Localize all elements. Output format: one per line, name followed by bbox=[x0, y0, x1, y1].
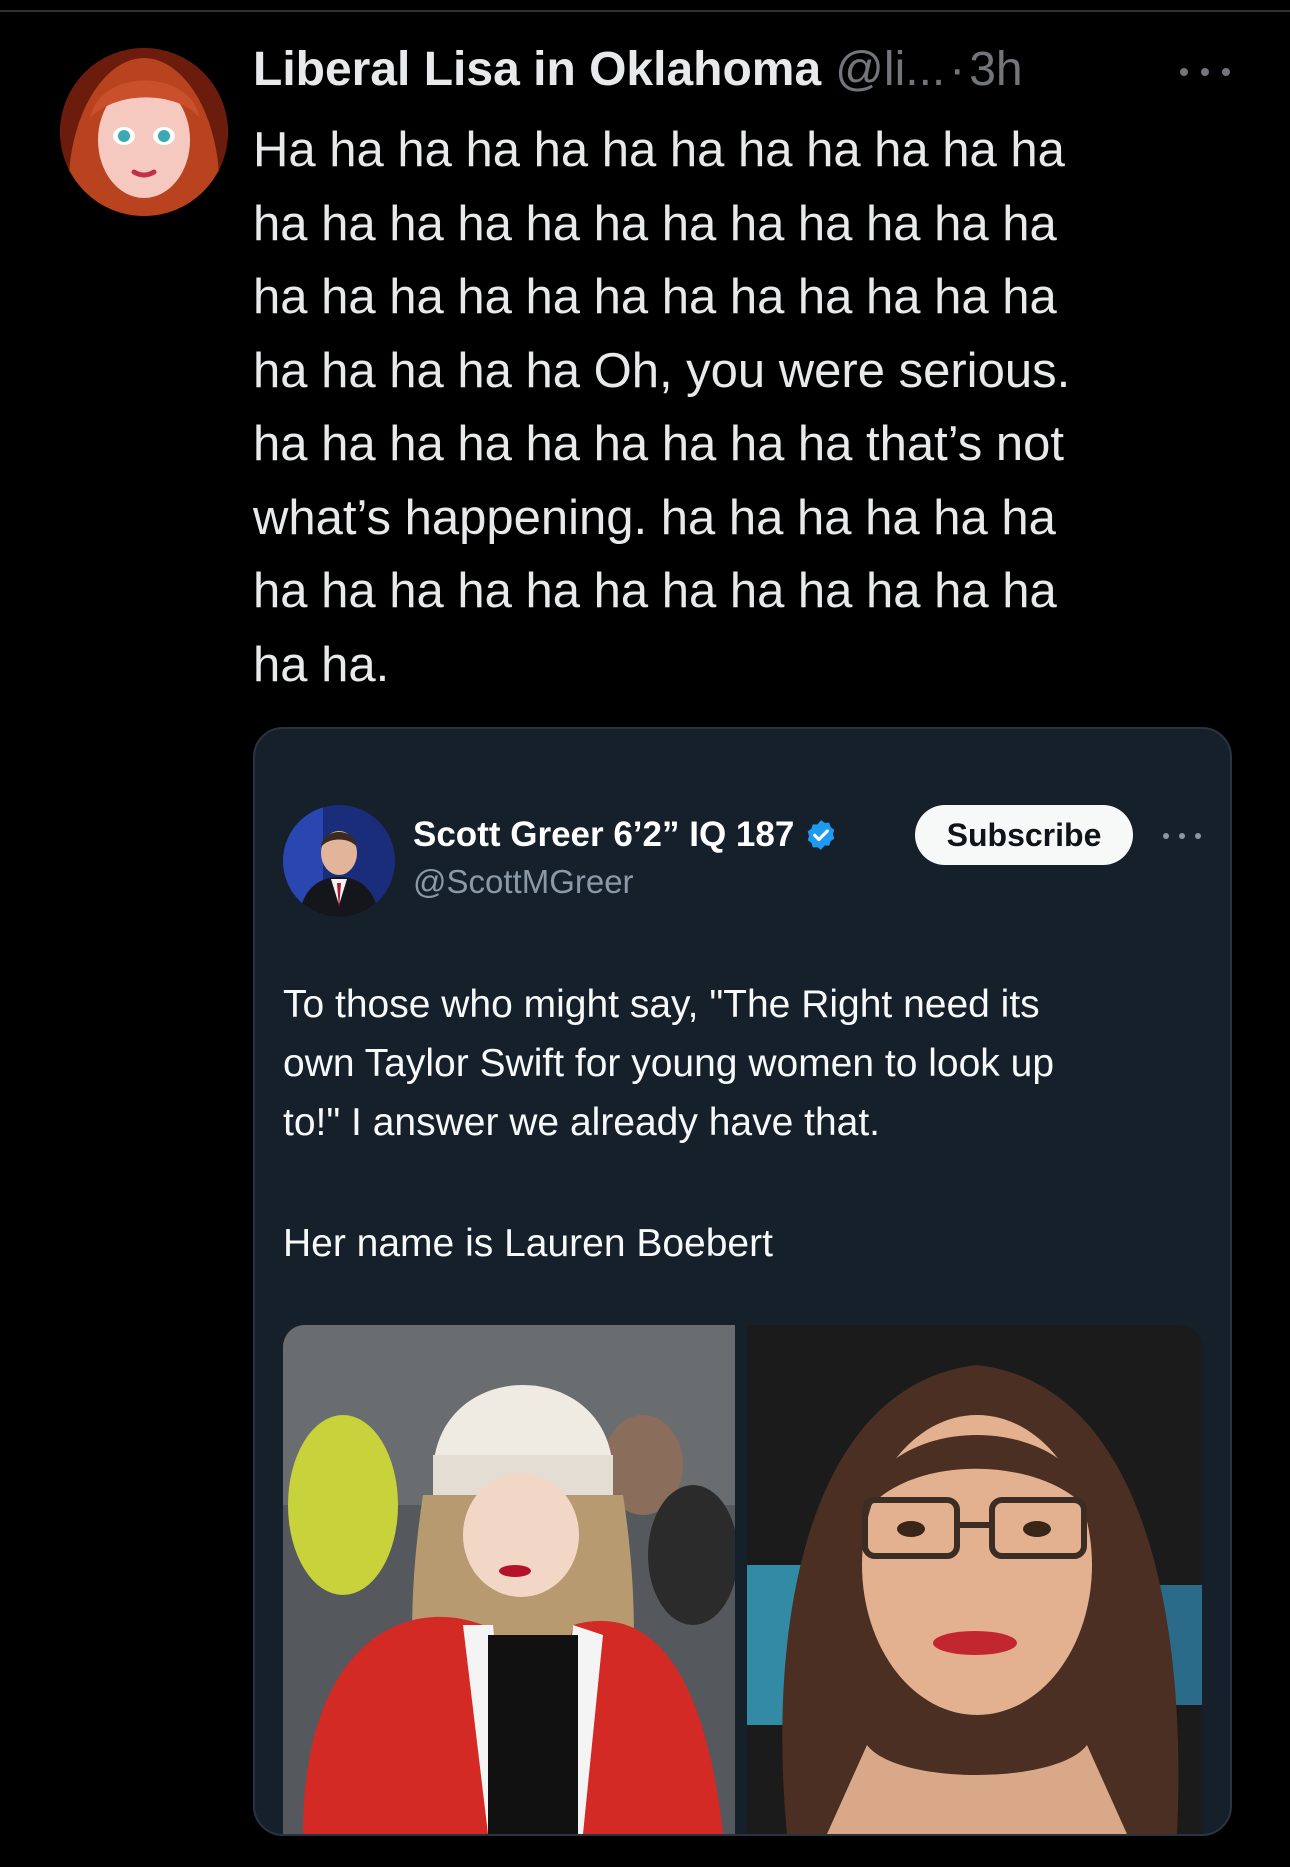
author-handle[interactable]: @li... bbox=[835, 42, 945, 97]
quoted-tweet-card[interactable]: Scott Greer 6’2” IQ 187 @ScottMGreer Sub… bbox=[253, 727, 1232, 1836]
tweet-text: Ha ha ha ha ha ha ha ha ha ha ha ha ha h… bbox=[253, 123, 1071, 692]
author-avatar[interactable] bbox=[60, 48, 228, 216]
photo-right-illustration bbox=[747, 1325, 1202, 1834]
avatar-illustration bbox=[60, 48, 228, 216]
quoted-photo-left[interactable] bbox=[283, 1325, 735, 1834]
tweet-time[interactable]: 3h bbox=[969, 42, 1022, 97]
quoted-more-icon[interactable] bbox=[1163, 829, 1201, 843]
author-name[interactable]: Liberal Lisa in Oklahoma bbox=[253, 42, 821, 97]
photo-left-illustration bbox=[283, 1325, 735, 1834]
header-separator: · bbox=[949, 43, 966, 96]
more-icon[interactable] bbox=[1180, 60, 1230, 84]
verified-badge-icon bbox=[807, 820, 835, 850]
quoted-author-name[interactable]: Scott Greer 6’2” IQ 187 bbox=[413, 815, 794, 855]
quoted-photo-right[interactable] bbox=[747, 1325, 1202, 1834]
top-divider bbox=[0, 10, 1290, 12]
tweet-header: Liberal Lisa in Oklahoma @li... · 3h bbox=[253, 42, 1023, 106]
quoted-tweet-text-2: Her name is Lauren Boebert bbox=[283, 1222, 773, 1265]
subscribe-button[interactable]: Subscribe bbox=[915, 805, 1133, 865]
quoted-tweet-text: To those who might say, "The Right need … bbox=[283, 983, 1055, 1144]
quoted-avatar-illustration bbox=[283, 805, 395, 917]
quoted-author-name-row: Scott Greer 6’2” IQ 187 bbox=[413, 815, 838, 855]
quoted-author-handle[interactable]: @ScottMGreer bbox=[413, 863, 634, 901]
quoted-author-avatar[interactable] bbox=[283, 805, 395, 917]
